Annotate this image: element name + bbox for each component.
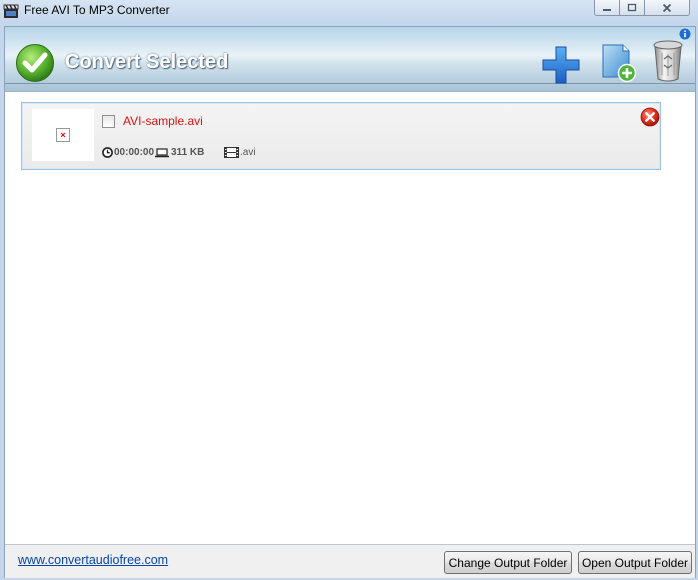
file-list: × AVI-sample.avi 00:00:00 311 KB .avi xyxy=(19,96,667,556)
video-thumbnail: × xyxy=(32,109,94,161)
minimize-button[interactable] xyxy=(594,0,620,16)
file-select-checkbox[interactable] xyxy=(102,115,115,128)
extension-info: .avi xyxy=(224,147,256,158)
file-row[interactable]: × AVI-sample.avi 00:00:00 311 KB .avi xyxy=(21,102,661,170)
green-check-icon[interactable] xyxy=(15,43,55,83)
file-duration: 00:00:00 xyxy=(114,147,155,158)
maximize-button[interactable] xyxy=(619,0,645,16)
change-output-folder-button[interactable]: Change Output Folder xyxy=(444,551,572,574)
clock-icon xyxy=(102,147,113,158)
app-window: Free AVI To MP3 Converter Convert Select… xyxy=(0,0,698,580)
website-link[interactable]: www.convertaudiofree.com xyxy=(18,553,168,567)
toolbar-divider xyxy=(5,83,695,84)
window-title: Free AVI To MP3 Converter xyxy=(24,3,170,17)
footer-bar: www.convertaudiofree.com Change Output F… xyxy=(5,544,695,578)
file-extension: .avi xyxy=(240,147,256,158)
plus-icon[interactable] xyxy=(541,45,581,85)
close-window-button[interactable] xyxy=(644,0,690,16)
size-info: 311 KB xyxy=(154,147,204,158)
add-folder-icon[interactable] xyxy=(599,41,637,83)
file-name[interactable]: AVI-sample.avi xyxy=(123,114,203,128)
toolbar: Convert Selected xyxy=(5,27,695,92)
film-strip-icon xyxy=(224,147,239,158)
open-output-folder-button[interactable]: Open Output Folder xyxy=(578,551,692,574)
film-clapper-icon xyxy=(3,4,19,18)
file-size: 311 KB xyxy=(171,147,205,158)
convert-selected-button[interactable]: Convert Selected xyxy=(65,51,228,74)
laptop-icon xyxy=(155,147,169,157)
close-icon xyxy=(662,3,672,12)
title-bar: Free AVI To MP3 Converter xyxy=(0,0,698,24)
broken-image-icon: × xyxy=(56,128,70,142)
remove-file-icon[interactable] xyxy=(640,107,660,127)
client-area: Convert Selected × AVI-sample.avi 00:00:… xyxy=(4,26,696,578)
duration-info: 00:00:00 xyxy=(102,147,154,158)
maximize-icon xyxy=(627,3,637,12)
minimize-icon xyxy=(603,8,611,11)
recycle-bin-icon[interactable] xyxy=(651,39,685,83)
